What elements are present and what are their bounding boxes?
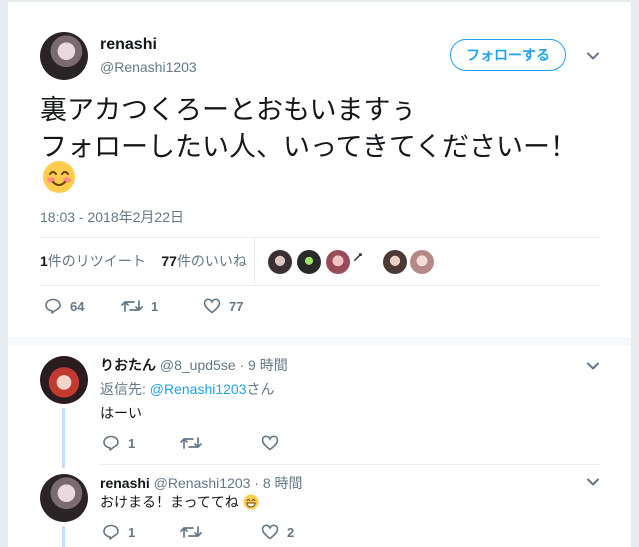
reply-header: renashi @Renashi1203 · 8 時間 (100, 473, 303, 493)
liker-avatar[interactable] (383, 250, 407, 274)
like-count: 2 (287, 524, 295, 540)
like-action[interactable] (261, 434, 287, 452)
divider (40, 285, 600, 286)
reply-to-line: 返信先: @Renashi1203さん (100, 381, 275, 397)
tweet-stats: 1件のリツイート 77件のいいね (40, 251, 247, 271)
reply-icon (45, 298, 61, 314)
liker-avatar[interactable] (326, 250, 350, 274)
grinning-face-icon (243, 494, 259, 510)
divider (40, 237, 600, 238)
reply-time[interactable]: · 9 時間 (240, 357, 288, 373)
retweet-icon (121, 300, 143, 312)
section-divider (8, 337, 631, 345)
reply-count: 1 (128, 524, 136, 540)
reply-handle[interactable]: @8_upd5se (160, 357, 236, 373)
tweet-handle[interactable]: @Renashi1203 (100, 59, 197, 75)
like-action[interactable]: 2 (261, 523, 294, 541)
reply-text-wrap: おけまる！まっててね (100, 492, 259, 512)
like-action[interactable]: 77 (203, 297, 243, 315)
avatar[interactable] (40, 32, 88, 80)
reply-count: 1 (128, 435, 136, 451)
window-top-edge (0, 0, 639, 2)
tweet-text-line1: 裏アカつくろーとおもいますぅ (40, 95, 417, 125)
reply-icon (103, 524, 119, 540)
reply-icon (103, 435, 119, 451)
tweet-username[interactable]: renashi (100, 36, 157, 54)
window-left-edge (0, 0, 8, 547)
liker-avatar[interactable] (410, 250, 434, 274)
liker-avatar[interactable] (352, 250, 364, 262)
reply-count: 64 (70, 298, 85, 314)
blushing-smile-icon (42, 160, 76, 194)
heart-icon (203, 298, 221, 314)
reply-handle[interactable]: @Renashi1203 (154, 475, 251, 491)
retweet-action[interactable] (180, 434, 210, 452)
reply-to-link[interactable]: @Renashi1203 (150, 381, 247, 397)
reply-avatar[interactable] (40, 356, 88, 404)
reply-text: おけまる！まっててね (100, 494, 239, 510)
retweet-action[interactable]: 1 (121, 297, 158, 315)
thread-line (62, 408, 65, 468)
reply-action[interactable]: 64 (44, 297, 84, 315)
retweets-stat[interactable]: 1件のリツイート (40, 253, 146, 269)
tweet-timestamp[interactable]: 18:03 - 2018年2月22日 (40, 207, 184, 227)
chevron-down-icon[interactable] (585, 48, 601, 64)
like-count: 77 (229, 298, 244, 314)
thread-line (62, 526, 65, 547)
liker-avatar[interactable] (297, 250, 321, 274)
chevron-down-icon[interactable] (585, 358, 601, 374)
retweet-icon (180, 437, 202, 449)
window-right-edge (631, 0, 639, 547)
reply-username[interactable]: renashi (100, 475, 150, 491)
retweet-count: 1 (151, 298, 159, 314)
chevron-down-icon[interactable] (585, 474, 601, 490)
heart-icon (261, 435, 279, 451)
retweet-action[interactable] (180, 523, 210, 541)
tweet-text-line2: フォローしたい人、いってきてくださいー！ (40, 132, 578, 162)
stats-separator (254, 238, 255, 284)
reply-time[interactable]: · 8 時間 (254, 475, 302, 491)
reply-avatar[interactable] (40, 474, 88, 522)
reply-header: りおたん @8_upd5se · 9 時間 (100, 355, 288, 375)
likes-stat[interactable]: 77件のいいね (161, 253, 247, 269)
tweet-text: 裏アカつくろーとおもいますぅ フォローしたい人、いってきてくださいー！ (40, 92, 577, 166)
heart-icon (261, 524, 279, 540)
divider (100, 464, 600, 465)
reply-action[interactable]: 1 (102, 523, 135, 541)
reply-text: はーい (100, 405, 142, 421)
liker-avatar[interactable] (268, 250, 292, 274)
reply-action[interactable]: 1 (102, 434, 135, 452)
reply-username[interactable]: りおたん (100, 357, 156, 373)
follow-button[interactable]: フォローする (450, 39, 566, 71)
retweet-icon (180, 526, 202, 538)
